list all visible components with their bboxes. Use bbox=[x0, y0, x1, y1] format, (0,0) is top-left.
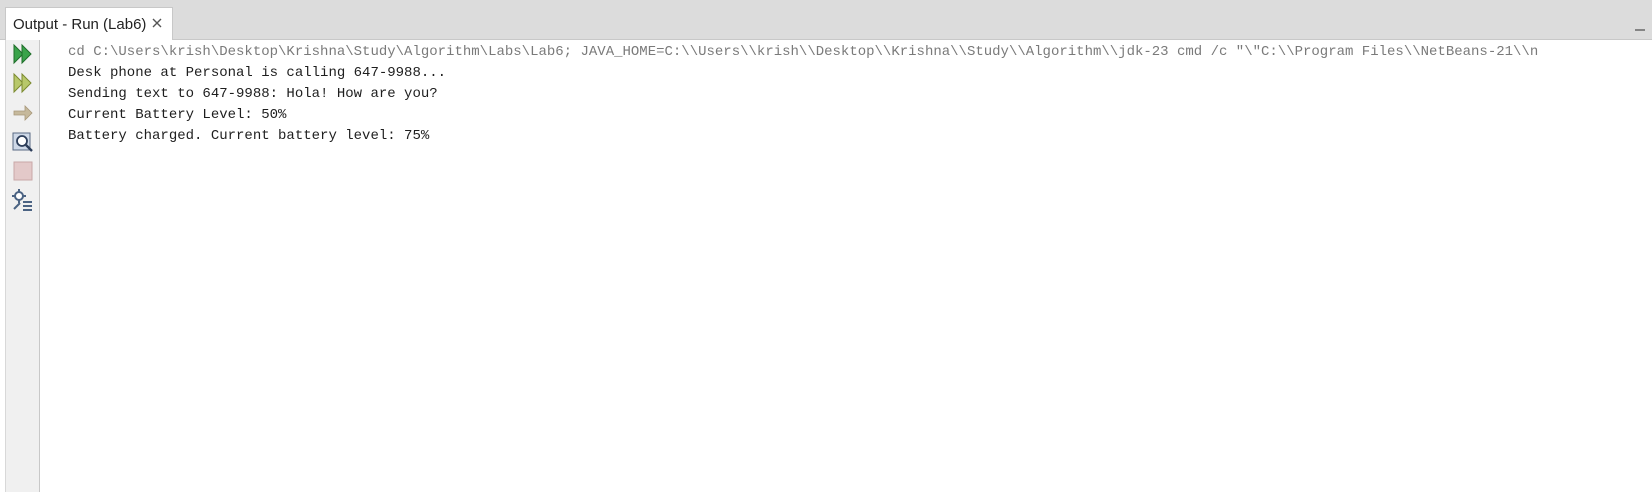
debug-inspect-icon[interactable] bbox=[11, 130, 35, 154]
output-line: Desk phone at Personal is calling 647-99… bbox=[68, 65, 447, 81]
settings-icon[interactable] bbox=[11, 188, 35, 212]
output-window: Output - Run (Lab6) cd C:\Users\krish\De… bbox=[0, 0, 1652, 492]
output-line: Current Battery Level: 50% bbox=[68, 107, 287, 123]
rerun-icon[interactable] bbox=[11, 42, 35, 66]
command-line: cd C:\Users\krish\Desktop\Krishna\Study\… bbox=[68, 44, 1539, 60]
rerun-with-params-icon[interactable] bbox=[11, 71, 35, 95]
close-icon[interactable] bbox=[150, 16, 164, 30]
tab-title: Output - Run (Lab6) bbox=[13, 16, 147, 33]
tab-bar: Output - Run (Lab6) bbox=[0, 0, 1652, 41]
output-line: Battery charged. Current battery level: … bbox=[68, 128, 430, 144]
stop-icon[interactable] bbox=[11, 159, 35, 183]
output-toolbar bbox=[5, 40, 40, 492]
output-console[interactable]: cd C:\Users\krish\Desktop\Krishna\Study\… bbox=[41, 40, 1652, 492]
minimize-icon[interactable] bbox=[1634, 20, 1646, 32]
output-line: Sending text to 647-9988: Hola! How are … bbox=[68, 86, 438, 102]
tab-output-run[interactable]: Output - Run (Lab6) bbox=[5, 7, 173, 41]
stop-arrow-icon[interactable] bbox=[11, 101, 35, 125]
